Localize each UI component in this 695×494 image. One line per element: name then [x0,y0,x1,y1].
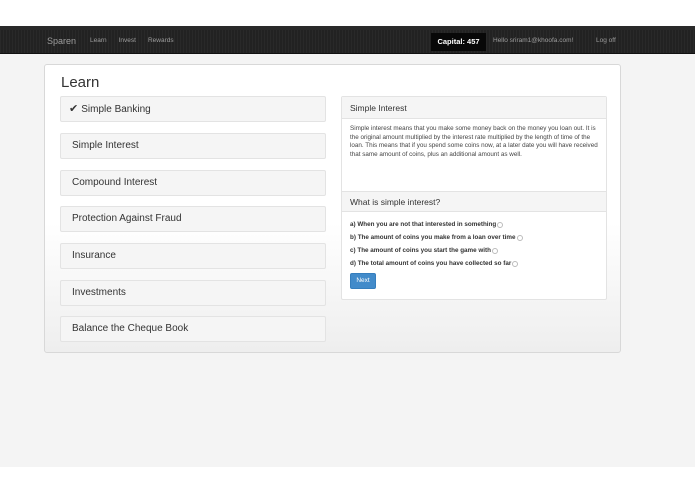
nav-links: Learn Invest Rewards [90,37,174,44]
topic-simple-interest[interactable]: Simple Interest [60,133,326,159]
lesson-body: Simple interest means that you make some… [350,125,598,158]
next-button[interactable]: Next [350,273,376,289]
topic-label: Investments [72,287,126,298]
answer-label: b) The amount of coins you make from a l… [350,234,516,241]
topic-insurance[interactable]: Insurance [60,243,326,269]
topic-label: Protection Against Fraud [72,213,182,224]
radio-button[interactable] [516,234,523,241]
radio-button[interactable] [492,247,498,254]
topic-label: Simple Interest [72,140,139,151]
topic-label: Balance the Cheque Book [72,323,189,334]
answer-label: a) When you are not that interested in s… [350,221,497,228]
topic-protection-against-fraud[interactable]: Protection Against Fraud [60,206,326,232]
navbar: Sparen Learn Invest Rewards Capital: 457… [0,30,695,54]
checkmark-icon: ✔ [69,103,79,115]
capital-badge: Capital: 457 [431,33,486,51]
answer-option-a[interactable]: a) When you are not that interested in s… [350,218,598,231]
nav-link-learn[interactable]: Learn [90,37,107,44]
logoff-link[interactable]: Log off [596,37,616,44]
lesson-title: Simple Interest [342,97,606,119]
radio-button[interactable] [497,221,504,228]
question-title: What is simple interest? [342,191,606,212]
topic-balance-cheque-book[interactable]: Balance the Cheque Book [60,316,326,342]
topic-label: Simple Banking [81,104,151,115]
answer-list: a) When you are not that interested in s… [342,212,606,289]
topic-simple-banking[interactable]: ✔ Simple Banking [60,96,326,122]
nav-link-invest[interactable]: Invest [119,37,136,44]
topic-compound-interest[interactable]: Compound Interest [60,170,326,196]
learn-panel: Learn ✔ Simple Banking Simple Interest Co… [44,64,621,353]
answer-option-b[interactable]: b) The amount of coins you make from a l… [350,231,598,244]
lesson-panel: Simple Interest Simple interest means th… [341,96,607,300]
answer-option-c[interactable]: c) The amount of coins you start the gam… [350,244,598,257]
answer-label: c) The amount of coins you start the gam… [350,247,491,254]
answer-label: d) The total amount of coins you have co… [350,260,512,267]
topic-label: Insurance [72,250,116,261]
brand-logo[interactable]: Sparen [47,36,76,46]
answer-option-d[interactable]: d) The total amount of coins you have co… [350,257,598,270]
page-title: Learn [61,74,100,91]
radio-button[interactable] [512,260,519,267]
topic-investments[interactable]: Investments [60,280,326,306]
user-greeting[interactable]: Hello sriram1@khoofa.com! [493,37,573,44]
nav-link-rewards[interactable]: Rewards [148,37,174,44]
page-bottom-strip [0,467,695,494]
topic-label: Compound Interest [72,177,158,188]
